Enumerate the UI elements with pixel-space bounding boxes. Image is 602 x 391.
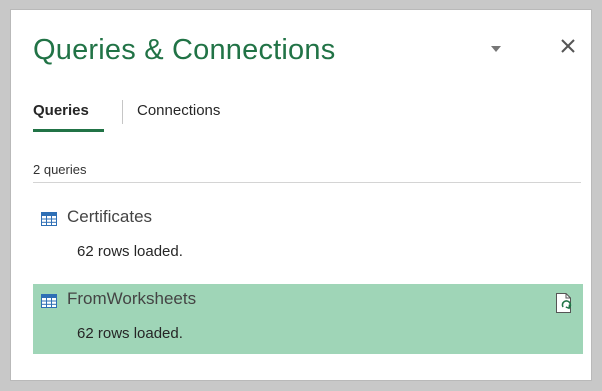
table-icon bbox=[41, 294, 57, 308]
table-icon bbox=[41, 212, 57, 226]
query-status: 62 rows loaded. bbox=[77, 243, 183, 260]
caret-down-icon[interactable] bbox=[491, 46, 501, 52]
query-name: FromWorksheets bbox=[67, 289, 197, 308]
query-item-fromworksheets[interactable]: FromWorksheets 62 rows loaded. bbox=[33, 284, 583, 354]
close-icon[interactable] bbox=[559, 37, 577, 55]
tab-connections[interactable]: Connections bbox=[137, 102, 220, 119]
tab-separator bbox=[122, 100, 123, 124]
query-count-label: 2 queries bbox=[33, 162, 87, 177]
queries-connections-pane: Queries & Connections Queries Connection… bbox=[10, 9, 592, 381]
query-status: 62 rows loaded. bbox=[77, 325, 183, 342]
refresh-file-icon[interactable] bbox=[555, 292, 573, 314]
query-name: Certificates bbox=[67, 207, 153, 226]
tab-queries[interactable]: Queries bbox=[33, 102, 89, 119]
active-tab-underline bbox=[33, 129, 104, 132]
window-frame: Queries & Connections Queries Connection… bbox=[0, 0, 602, 391]
divider bbox=[33, 182, 581, 183]
pane-title: Queries & Connections bbox=[33, 34, 336, 66]
query-item-certificates[interactable]: Certificates 62 rows loaded. bbox=[33, 202, 583, 272]
